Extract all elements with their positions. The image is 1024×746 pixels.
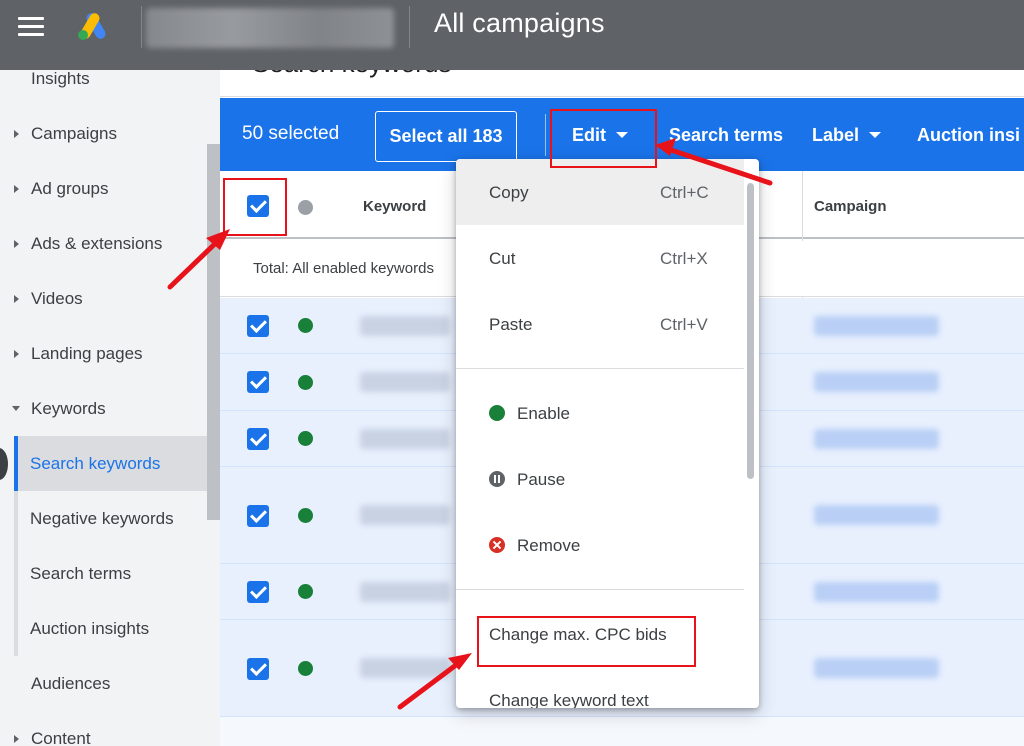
menu-divider <box>456 368 744 369</box>
select-all-button[interactable]: Select all 183 <box>375 111 517 162</box>
caret-down-icon <box>12 406 20 411</box>
sidebar-item-content[interactable]: Content <box>0 711 207 746</box>
column-header-keyword[interactable]: Keyword <box>363 198 426 215</box>
sidebar-scrollbar[interactable] <box>207 144 220 520</box>
menu-item-copy[interactable]: Copy Ctrl+C <box>456 159 744 225</box>
table-row[interactable] <box>220 717 1024 746</box>
sidebar-item-search-keywords[interactable]: Search keywords <box>18 436 207 491</box>
sidebar-nav: Insights Campaigns Ad groups Ads & exten… <box>0 70 220 746</box>
enabled-status-icon <box>298 584 313 599</box>
enabled-status-icon <box>298 508 313 523</box>
caret-right-icon <box>14 184 19 193</box>
sidebar-item-videos[interactable]: Videos <box>0 271 207 326</box>
caret-right-icon <box>14 129 19 138</box>
status-header-icon <box>298 200 313 215</box>
menu-icon[interactable] <box>18 17 44 37</box>
keyword-cell[interactable] <box>360 429 450 449</box>
campaign-cell[interactable] <box>814 429 939 449</box>
enabled-status-icon <box>298 318 313 333</box>
menu-divider <box>456 589 744 590</box>
sidebar-item-ad-groups[interactable]: Ad groups <box>0 161 207 216</box>
sidebar-item-audiences[interactable]: Audiences <box>0 656 207 711</box>
page-title: All campaigns <box>434 8 605 38</box>
label-button[interactable]: Label <box>812 125 882 146</box>
annotation-box-edit <box>550 109 657 168</box>
menu-item-enable[interactable]: Enable <box>456 380 744 446</box>
shortcut-cut: Ctrl+X <box>660 249 708 268</box>
menu-item-pause[interactable]: Pause <box>456 446 744 512</box>
row-checkbox[interactable] <box>247 581 269 603</box>
caret-right-icon <box>14 349 19 358</box>
row-checkbox[interactable] <box>247 658 269 680</box>
enabled-status-icon <box>298 661 313 676</box>
sidebar-item-campaigns[interactable]: Campaigns <box>0 106 207 161</box>
keyword-cell[interactable] <box>360 372 450 392</box>
app-bar: All campaigns <box>0 0 1024 70</box>
sidebar-item-auction-insights[interactable]: Auction insights <box>18 601 207 656</box>
menu-item-cut[interactable]: Cut Ctrl+X <box>456 225 744 291</box>
sidebar-item-landing-pages[interactable]: Landing pages <box>0 326 207 381</box>
pause-icon <box>489 471 505 487</box>
account-selector[interactable] <box>146 8 394 48</box>
caret-right-icon <box>14 734 19 743</box>
selected-count: 50 selected <box>242 123 340 144</box>
campaign-cell[interactable] <box>814 658 939 678</box>
column-header-campaign[interactable]: Campaign <box>814 198 887 215</box>
remove-icon <box>489 537 505 553</box>
keyword-cell[interactable] <box>360 582 450 602</box>
sidebar-item-keywords[interactable]: Keywords <box>0 381 207 436</box>
annotation-box-change-bids <box>477 616 696 667</box>
divider <box>141 6 142 48</box>
total-label: Total: All enabled keywords <box>253 260 434 277</box>
campaign-cell[interactable] <box>814 372 939 392</box>
shortcut-paste: Ctrl+V <box>660 315 708 334</box>
row-checkbox[interactable] <box>247 315 269 337</box>
caret-right-icon <box>14 239 19 248</box>
row-checkbox[interactable] <box>247 505 269 527</box>
dropdown-arrow-icon <box>869 132 882 138</box>
enabled-status-icon <box>298 375 313 390</box>
campaign-cell[interactable] <box>814 316 939 336</box>
google-ads-logo-icon[interactable] <box>76 10 112 42</box>
campaign-cell[interactable] <box>814 582 939 602</box>
caret-right-icon <box>14 294 19 303</box>
annotation-box-select-all-checkbox <box>223 178 287 236</box>
menu-item-paste[interactable]: Paste Ctrl+V <box>456 291 744 357</box>
divider <box>220 96 1024 97</box>
enabled-dot-icon <box>489 405 505 421</box>
sidebar-item-insights[interactable]: Insights <box>0 70 207 106</box>
keyword-cell[interactable] <box>360 505 450 525</box>
sidebar-item-negative-keywords[interactable]: Negative keywords <box>18 491 207 546</box>
keyword-cell[interactable] <box>360 316 450 336</box>
menu-item-change-keyword-text[interactable]: Change keyword text <box>456 666 744 708</box>
divider <box>545 114 546 156</box>
campaign-cell[interactable] <box>814 505 939 525</box>
search-terms-button[interactable]: Search terms <box>669 125 783 146</box>
menu-scrollbar[interactable] <box>747 183 754 479</box>
row-checkbox[interactable] <box>247 371 269 393</box>
row-checkbox[interactable] <box>247 428 269 450</box>
divider <box>409 6 410 48</box>
page-heading: Search keywords <box>252 70 451 79</box>
collapse-handle[interactable] <box>0 448 8 480</box>
menu-item-remove[interactable]: Remove <box>456 512 744 578</box>
shortcut-copy: Ctrl+C <box>660 183 709 202</box>
sidebar-item-ads-extensions[interactable]: Ads & extensions <box>0 216 207 271</box>
sidebar-item-search-terms[interactable]: Search terms <box>18 546 207 601</box>
keyword-cell[interactable] <box>360 658 450 678</box>
auction-insights-button[interactable]: Auction insi <box>917 125 1020 146</box>
enabled-status-icon <box>298 431 313 446</box>
